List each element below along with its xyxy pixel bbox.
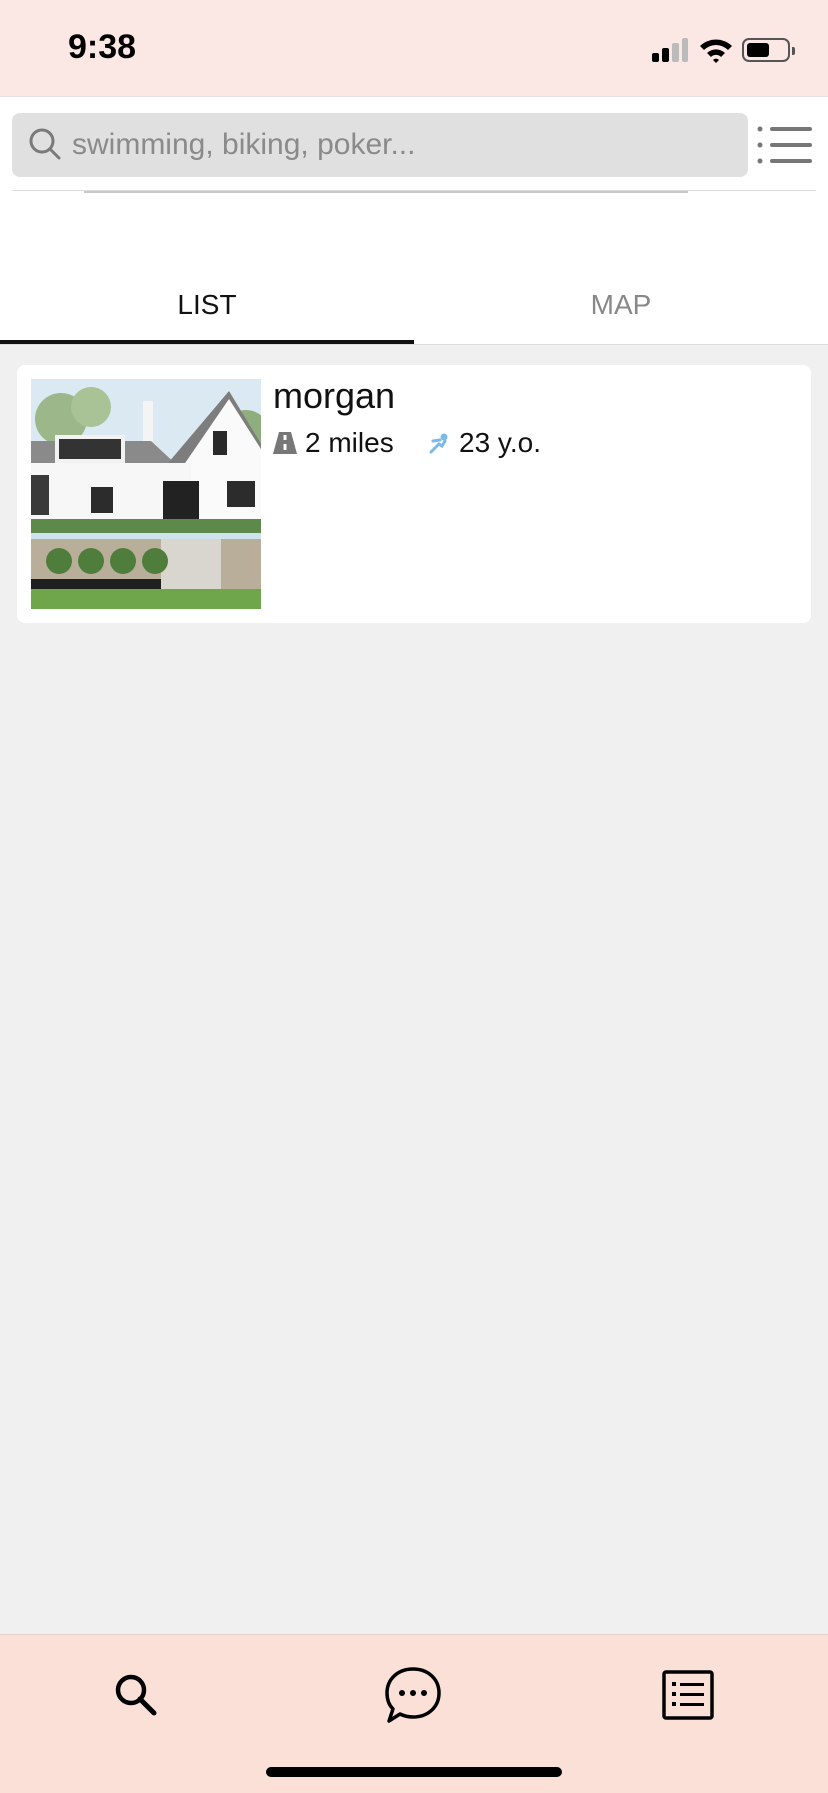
status-bar: 9:38 <box>0 0 828 96</box>
filter-menu-icon[interactable] <box>756 117 814 173</box>
nav-chat-button[interactable] <box>373 1655 453 1735</box>
tab-list[interactable]: LIST <box>0 264 414 344</box>
status-time: 9:38 <box>68 28 137 66</box>
home-indicator <box>266 1767 562 1777</box>
nav-list-button[interactable] <box>648 1655 728 1735</box>
chat-icon <box>385 1667 441 1723</box>
search-icon <box>115 1674 157 1716</box>
battery-icon <box>742 38 795 62</box>
person-icon <box>429 433 448 454</box>
search-header <box>0 96 828 266</box>
nav-search-button[interactable] <box>96 1655 176 1735</box>
age-text: 23 y.o. <box>459 427 541 458</box>
distance-text: 2 miles <box>305 427 394 458</box>
list-icon <box>662 1670 714 1720</box>
house-thumbnail <box>31 379 261 609</box>
cellular-signal-icon <box>652 38 688 62</box>
age-info: 23 y.o. <box>427 423 541 463</box>
result-card[interactable]: morgan 2 miles 23 y.o. <box>17 365 811 623</box>
search-bar[interactable] <box>12 113 748 193</box>
search-input[interactable] <box>72 113 732 177</box>
result-name: morgan <box>273 375 396 416</box>
tab-map[interactable]: MAP <box>414 264 828 344</box>
distance-info: 2 miles <box>273 423 394 463</box>
active-tab-indicator <box>0 340 414 344</box>
bottom-nav-bar <box>0 1634 828 1793</box>
road-icon <box>273 432 297 454</box>
header-divider <box>12 190 816 191</box>
search-icon <box>29 128 61 160</box>
view-tabs: LIST MAP <box>0 264 828 345</box>
search-underline <box>84 191 688 193</box>
wifi-icon <box>700 39 732 63</box>
